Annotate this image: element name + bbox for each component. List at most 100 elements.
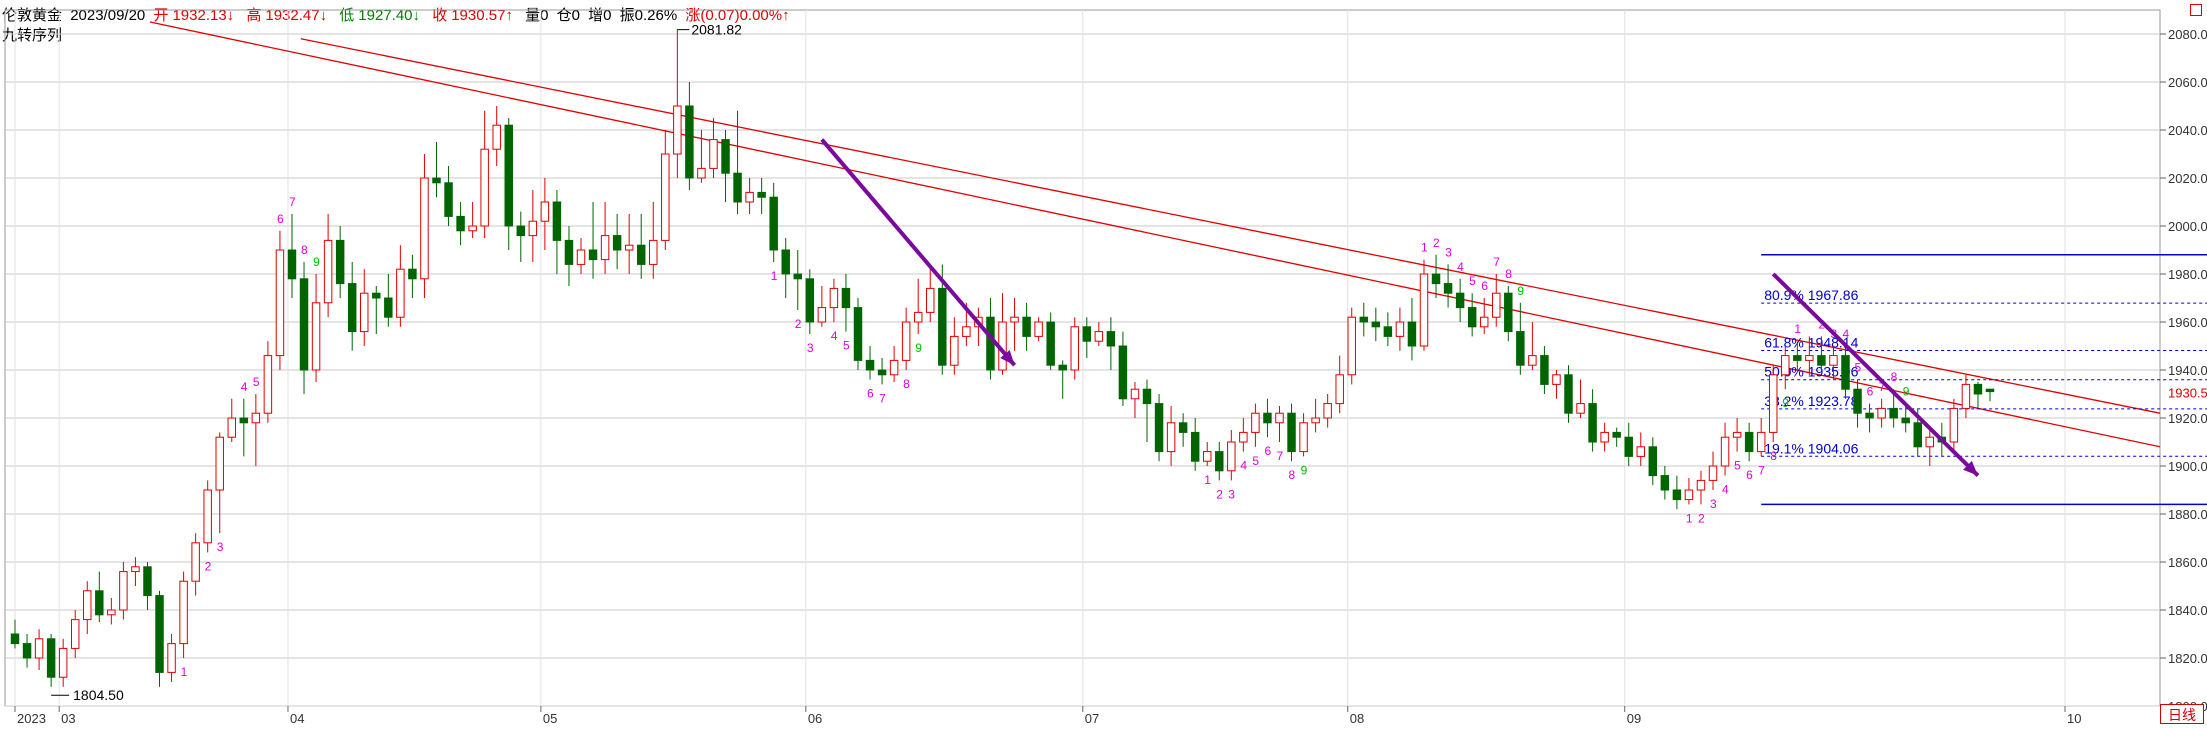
candle-body [384, 297, 393, 318]
candle-body [191, 542, 200, 582]
candle-body [1166, 422, 1176, 453]
low-marker-label: 1804.50 [73, 687, 124, 703]
td-sequence-label: 2 [205, 559, 212, 573]
td-sequence-label: 8 [301, 243, 308, 257]
candle-body [1287, 412, 1296, 453]
candle-body [805, 278, 815, 323]
candle-body [372, 292, 381, 299]
candle-body [119, 571, 128, 611]
td-sequence-label: 4 [1457, 260, 1464, 274]
candle-body [155, 595, 164, 673]
candle-body [1528, 355, 1537, 366]
candle-body [95, 590, 104, 616]
td-sequence-label: 5 [1252, 454, 1259, 468]
candle-body [1046, 321, 1055, 366]
y-tick-label: 2080.00 [2168, 27, 2207, 42]
x-tick-label: 06 [808, 711, 822, 726]
td-sequence-label: 8 [903, 377, 910, 391]
candle-body [83, 590, 92, 621]
td-sequence-label: 6 [277, 212, 284, 226]
td-sequence-label: 5 [1469, 274, 1476, 288]
x-tick-label: 2023 [17, 711, 46, 726]
td-sequence-label: 3 [1445, 245, 1452, 259]
td-sequence-label: 7 [289, 195, 296, 209]
candle-body [1202, 451, 1212, 462]
candle-body [1443, 283, 1453, 294]
candle-body [552, 201, 562, 241]
candle-body [167, 643, 176, 673]
candle-body [1576, 403, 1585, 414]
candle-body [1299, 422, 1308, 453]
candle-body [661, 153, 670, 241]
candle-body [1853, 388, 1862, 414]
td-sequence-label: 7 [1493, 255, 1500, 269]
x-tick-label: 09 [1627, 711, 1641, 726]
candle-body [1516, 331, 1525, 366]
td-sequence-label: 4 [1240, 459, 1247, 473]
candle-body [685, 105, 694, 179]
candle-body [1178, 422, 1188, 433]
candle-body [829, 287, 839, 309]
candle-body [335, 239, 345, 285]
y-tick-label: 1860.00 [2168, 555, 2207, 570]
period-button[interactable]: 日线 [2160, 704, 2204, 724]
y-tick-label: 1980.00 [2168, 267, 2207, 282]
candle-body [1973, 383, 1983, 395]
candle-body [396, 268, 405, 318]
candle-body [1829, 355, 1838, 366]
candle-body [1660, 475, 1670, 491]
candle-body [901, 321, 911, 361]
candle-body [588, 249, 598, 261]
td-sequence-label: 9 [1517, 284, 1524, 298]
y-tick-label: 1880.00 [2168, 507, 2207, 522]
td-sequence-label: 1 [1794, 322, 1801, 336]
candle-body [492, 124, 501, 150]
td-sequence-label: 5 [253, 375, 260, 389]
y-tick-label: 2040.00 [2168, 123, 2207, 138]
candle-body [107, 609, 116, 616]
td-sequence-label: 7 [1758, 463, 1765, 477]
td-sequence-label: 6 [1481, 279, 1488, 293]
candle-body [1684, 489, 1694, 501]
fib-level-label: 38.2% 1923.78 [1764, 393, 1858, 409]
candle-body [938, 287, 947, 366]
candle-body [1419, 273, 1429, 347]
candle-body [1010, 316, 1019, 323]
candle-body [709, 139, 718, 169]
candle-body [1383, 326, 1393, 337]
candle-body [215, 436, 224, 491]
candle-body [1058, 364, 1067, 371]
candle-body [1118, 345, 1128, 400]
candle-body [347, 283, 357, 333]
candle-body [408, 268, 417, 280]
td-sequence-label: 2 [1698, 511, 1705, 525]
candle-body [1347, 316, 1356, 376]
last-price-label: 1930.57 [2168, 386, 2207, 401]
y-tick-label: 1920.00 [2168, 411, 2207, 426]
candlestick-chart[interactable]: 1800.001820.001840.001860.001880.001900.… [0, 0, 2207, 730]
candle-body [468, 225, 477, 232]
candle-body [889, 359, 899, 376]
candle-body [46, 638, 56, 678]
candle-body [1034, 321, 1043, 337]
td-sequence-label: 9 [313, 255, 320, 269]
y-tick-label: 1820.00 [2168, 651, 2207, 666]
candle-body [179, 580, 188, 645]
td-sequence-label: 1 [1421, 241, 1428, 255]
td-sequence-label: 8 [1891, 370, 1898, 384]
td-sequence-label: 2 [1433, 236, 1440, 250]
candle-body [1744, 431, 1754, 453]
td-sequence-label: 8 [1289, 468, 1296, 482]
candle-body [1070, 326, 1079, 371]
candle-body [1239, 431, 1248, 443]
candle-body [1142, 388, 1152, 405]
candle-body [1588, 403, 1597, 443]
candle-body [986, 316, 995, 371]
candle-body [251, 412, 261, 424]
candle-body [227, 417, 237, 438]
candle-body [1768, 374, 1778, 433]
candle-body [1251, 412, 1260, 433]
candle-body [926, 287, 935, 313]
candle-body [1720, 436, 1730, 467]
candle-body [745, 191, 754, 203]
